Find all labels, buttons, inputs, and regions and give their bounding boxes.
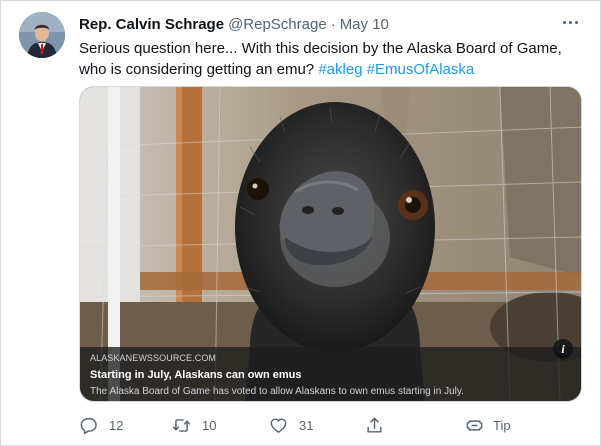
heart-icon [270, 417, 287, 433]
avatar[interactable] [19, 12, 65, 58]
card-caption[interactable]: ALASKANEWSSOURCE.COM Starting in July, A… [80, 347, 581, 401]
share-button[interactable] [365, 413, 384, 437]
info-icon[interactable]: i [553, 339, 573, 359]
separator-dot: · [330, 15, 336, 33]
like-count: 31 [299, 417, 314, 433]
tip-button[interactable]: Tip [465, 413, 511, 437]
hashtag-akleg[interactable]: #akleg [318, 61, 362, 78]
card-title[interactable]: Starting in July, Alaskans can own emus [90, 369, 571, 384]
author-handle[interactable]: @RepSchrage [228, 16, 327, 33]
tweet-header: Rep. Calvin Schrage @RepSchrage · May 10 [79, 14, 389, 34]
author-name[interactable]: Rep. Calvin Schrage [79, 16, 224, 33]
more-dot-icon [562, 20, 566, 24]
reply-button[interactable]: 12 [79, 413, 123, 437]
hashtag-emus-of-alaska[interactable]: #EmusOfAlaska [367, 61, 475, 78]
more-options-button[interactable] [558, 12, 582, 32]
link-card[interactable]: ALASKANEWSSOURCE.COM Starting in July, A… [79, 86, 582, 402]
tweet-actions: 12 10 31 Tip [75, 413, 575, 437]
card-description: The Alaska Board of Game has voted to al… [90, 386, 464, 397]
retweet-count: 10 [202, 417, 217, 433]
tweet-text: Serious question here... With this decis… [79, 38, 579, 80]
tweet-date[interactable]: May 10 [340, 16, 389, 33]
reply-icon [80, 417, 97, 434]
tweet-container[interactable]: Rep. Calvin Schrage @RepSchrage · May 10… [0, 0, 601, 446]
tip-label: Tip [493, 417, 511, 433]
more-dot-icon [568, 20, 572, 24]
avatar-image [19, 12, 65, 58]
more-dot-icon [574, 20, 578, 24]
like-button[interactable]: 31 [269, 413, 313, 437]
share-icon [367, 417, 382, 433]
reply-count: 12 [109, 417, 124, 433]
retweet-button[interactable]: 10 [172, 413, 216, 437]
retweet-icon [172, 418, 191, 432]
card-domain: ALASKANEWSSOURCE.COM [90, 353, 217, 363]
ticket-icon [466, 419, 483, 431]
